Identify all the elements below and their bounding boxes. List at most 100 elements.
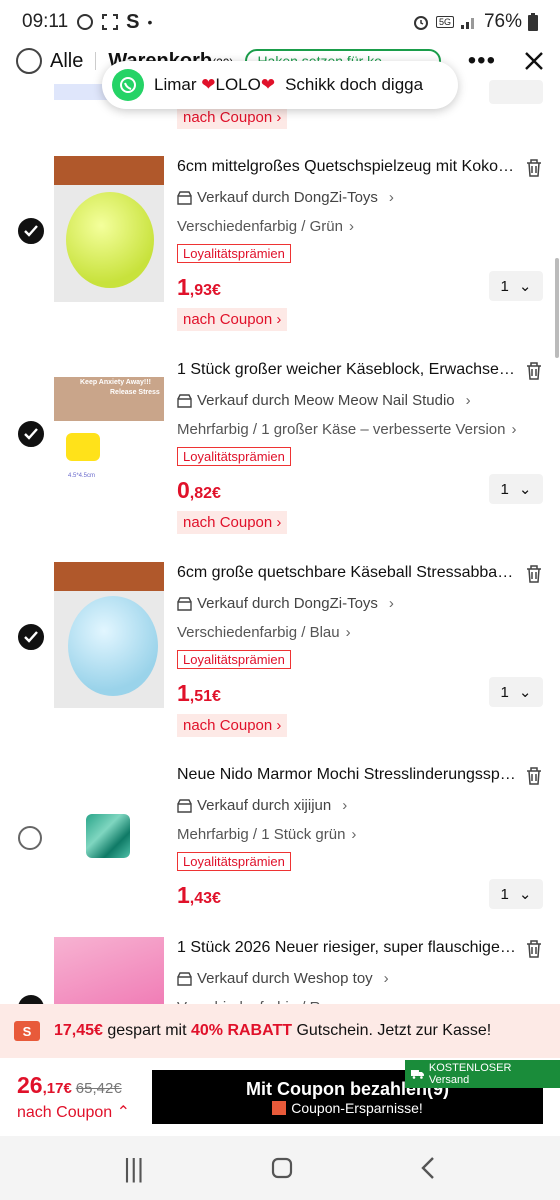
coupon-price-tag[interactable]: nach Coupon ›	[177, 511, 288, 534]
chevron-right-icon: ›	[348, 218, 354, 235]
trash-icon[interactable]	[526, 362, 542, 380]
battery-percent: 76%	[483, 11, 522, 32]
item-select-radio[interactable]	[18, 624, 44, 650]
signal-icon	[460, 18, 474, 29]
item-price: 1,93€	[177, 274, 221, 300]
loyalty-badge: Loyalitätsprämien	[177, 447, 291, 466]
product-image[interactable]	[54, 764, 164, 910]
coupon-tag-icon	[272, 1100, 287, 1115]
select-all-label[interactable]: Alle	[50, 50, 83, 73]
total-price: 26,17€ 65,42€	[17, 1072, 122, 1098]
cart-item-list[interactable]: nach Coupon › 6cm mittelgroßes Quetschsp…	[0, 78, 560, 1004]
whatsapp-icon	[112, 69, 144, 101]
notification-icons: S •	[76, 11, 152, 34]
select-all-radio[interactable]	[16, 48, 42, 74]
thumb-size: 4.5*4.5cm	[68, 473, 96, 479]
savings-text: 17,45€ gespart mit 40% RABATT Gutschein.…	[54, 1022, 492, 1039]
store-icon	[177, 971, 192, 986]
network-type: 5G	[435, 16, 454, 28]
product-name[interactable]: 6cm mittelgroßes Quetschspielzeug mit Ko…	[177, 158, 519, 176]
cart-item: Neue Nido Marmor Mochi Stresslinderungss…	[0, 764, 560, 954]
variant-selector[interactable]: Verschiedenfarbig / Blau ›	[177, 624, 351, 641]
chevron-right-icon: ›	[511, 421, 517, 438]
chevron-right-icon: ›	[276, 514, 282, 531]
previous-item-qty[interactable]	[489, 80, 543, 104]
check-icon	[24, 631, 38, 643]
chevron-up-icon: ⌃	[116, 1104, 131, 1121]
check-icon	[24, 428, 38, 440]
store-icon	[177, 190, 192, 205]
original-price: 65,42€	[75, 1080, 122, 1097]
product-name[interactable]: 1 Stück 2026 Neuer riesiger, super flaus…	[177, 939, 519, 957]
quantity-selector[interactable]: 1 ⌄	[489, 879, 543, 909]
loyalty-badge: Loyalitätsprämien	[177, 852, 291, 871]
store-icon	[177, 798, 192, 813]
product-name[interactable]: 6cm große quetschbare Käseball Stressabb…	[177, 564, 519, 582]
seller-link[interactable]: Verkauf durch Meow Meow Nail Studio ›	[177, 392, 471, 409]
recent-apps-icon[interactable]: |||	[124, 1153, 144, 1184]
product-image[interactable]	[54, 937, 164, 1004]
store-icon	[177, 596, 192, 611]
trash-icon[interactable]	[526, 565, 542, 583]
chevron-right-icon: ›	[388, 595, 394, 612]
clock: 09:11	[22, 11, 69, 32]
dot-icon: •	[147, 14, 153, 30]
quantity-selector[interactable]: 1 ⌄	[489, 474, 543, 504]
whatsapp-icon	[77, 14, 94, 30]
seller-link[interactable]: Verkauf durch DongZi-Toys ›	[177, 595, 394, 612]
coupon-price-tag[interactable]: nach Coupon ›	[177, 714, 288, 737]
status-bar: 09:11 S • 5G 76%	[0, 0, 560, 44]
item-price: 1,43€	[177, 882, 221, 908]
cheese-block	[66, 433, 100, 461]
item-select-radio[interactable]	[18, 218, 44, 244]
variant-selector[interactable]: Mehrfarbig / 1 großer Käse – verbesserte…	[177, 421, 517, 438]
cart-item: 6cm mittelgroßes Quetschspielzeug mit Ko…	[0, 156, 560, 346]
chevron-right-icon: ›	[388, 189, 394, 206]
quantity-selector[interactable]: 1 ⌄	[489, 677, 543, 707]
seller-link[interactable]: Verkauf durch Weshop toy ›	[177, 970, 389, 987]
trash-icon[interactable]	[526, 767, 542, 785]
trash-icon[interactable]	[526, 940, 542, 958]
after-coupon-toggle[interactable]: nach Coupon ⌃	[17, 1102, 130, 1122]
free-shipping-badge: KOSTENLOSER Versand	[405, 1060, 560, 1088]
close-icon[interactable]	[524, 51, 544, 71]
cart-item: Keep Anxiety Away!!! Release Stress 4.5*…	[0, 359, 560, 549]
checkout-bar: KOSTENLOSER Versand 26,17€ 65,42€ nach Co…	[0, 1058, 560, 1136]
item-select-radio[interactable]	[18, 826, 42, 850]
screenshot-icon	[102, 14, 119, 30]
thumb-caption: Keep Anxiety Away!!!	[80, 379, 151, 386]
seller-link[interactable]: Verkauf durch xijijun ›	[177, 797, 347, 814]
chevron-right-icon: ›	[276, 717, 282, 734]
variant-selector[interactable]: Verschiedenfarbig / Grün ›	[177, 218, 354, 235]
product-name[interactable]: 1 Stück großer weicher Käseblock, Erwach…	[177, 361, 519, 379]
savings-banner[interactable]: S 17,45€ gespart mit 40% RABATT Gutschei…	[0, 1004, 560, 1058]
product-image[interactable]: Keep Anxiety Away!!! Release Stress 4.5*…	[54, 377, 164, 487]
seller-link[interactable]: Verkauf durch DongZi-Toys ›	[177, 189, 394, 206]
chevron-right-icon: ›	[345, 624, 351, 641]
item-select-radio[interactable]	[18, 995, 44, 1004]
coupon-price-tag[interactable]: nach Coupon ›	[177, 308, 288, 331]
system-nav-bar: |||	[0, 1136, 560, 1200]
previous-item-coupon[interactable]: nach Coupon ›	[177, 106, 288, 129]
home-icon[interactable]	[271, 1157, 293, 1179]
toast-message: Schikk doch digga	[285, 75, 424, 94]
back-icon[interactable]	[420, 1156, 436, 1180]
more-icon[interactable]: •••	[468, 47, 496, 75]
chevron-down-icon: ⌄	[518, 481, 532, 498]
item-select-radio[interactable]	[18, 421, 44, 447]
trash-icon[interactable]	[526, 159, 542, 177]
chevron-right-icon: ›	[465, 392, 471, 409]
whatsapp-notification-toast[interactable]: Limar ❤LOLO❤ Schikk doch digga	[102, 61, 458, 109]
product-image[interactable]	[54, 156, 164, 302]
marble-cube	[86, 814, 130, 858]
alarm-icon	[413, 16, 428, 30]
toast-sender: Limar ❤LOLO❤	[154, 75, 276, 94]
store-icon	[177, 393, 192, 408]
product-name[interactable]: Neue Nido Marmor Mochi Stresslinderungss…	[177, 766, 519, 784]
chevron-right-icon: ›	[383, 970, 389, 987]
quantity-selector[interactable]: 1 ⌄	[489, 271, 543, 301]
variant-selector[interactable]: Mehrfarbig / 1 Stück grün ›	[177, 826, 356, 843]
product-image[interactable]	[54, 562, 164, 708]
chevron-down-icon: ⌄	[518, 278, 532, 295]
scrollbar[interactable]	[555, 258, 559, 358]
